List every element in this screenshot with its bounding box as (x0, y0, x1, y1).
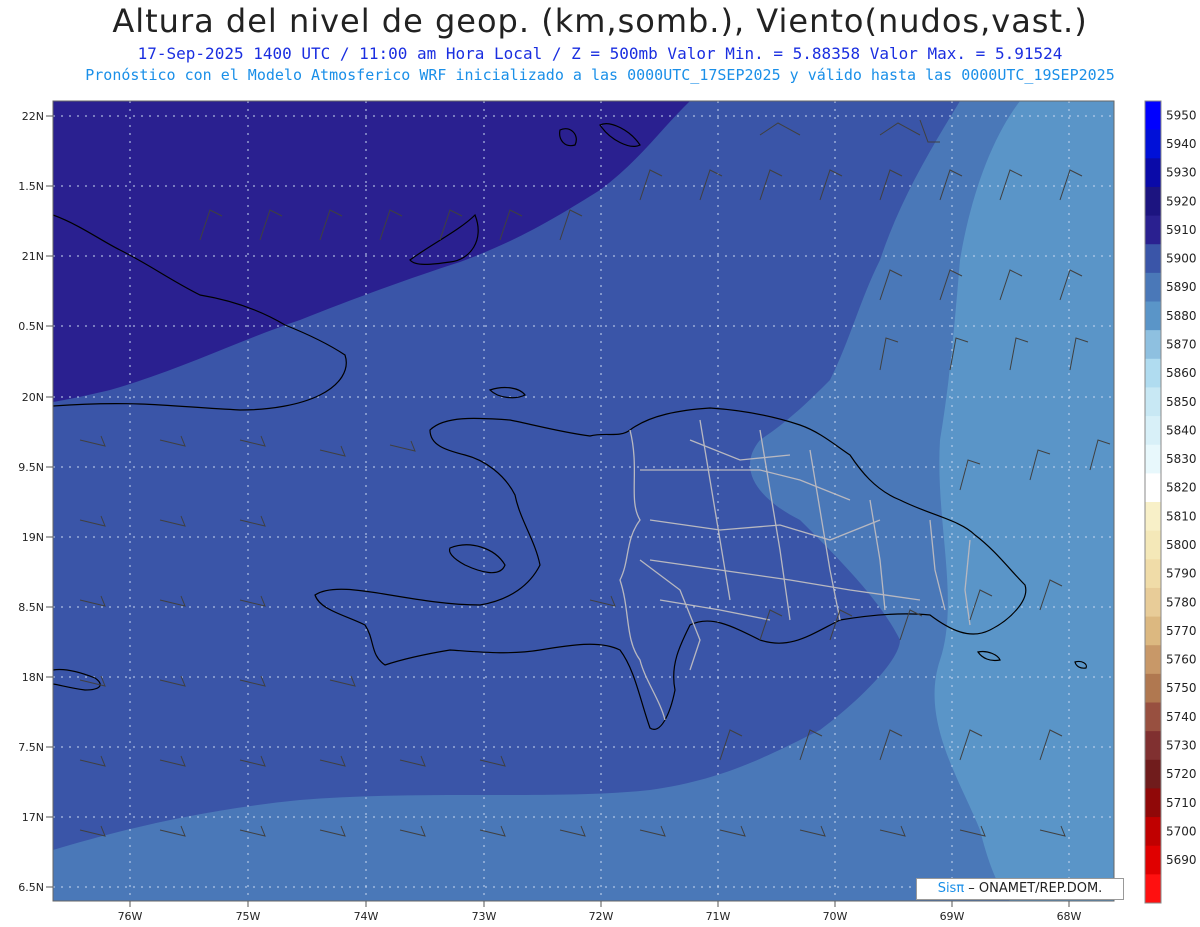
lat-label: 21N (22, 250, 44, 263)
lon-label: 71W (706, 910, 731, 923)
colorbar-swatch (1145, 186, 1161, 217)
colorbar-swatch (1145, 215, 1161, 245)
lon-labels: 76W 75W 74W 73W 72W 71W 70W 69W 68W (118, 910, 1082, 923)
lat-label: 19N (22, 531, 44, 544)
colorbar-label: 5730 (1166, 738, 1197, 752)
lon-label: 75W (236, 910, 261, 923)
lat-label: 17N (22, 811, 44, 824)
colorbar-label: 5690 (1166, 853, 1197, 867)
lat-label: 9.5N (18, 461, 44, 474)
colorbar-swatch (1145, 731, 1161, 761)
colorbar-swatch (1145, 702, 1161, 732)
colorbar-label: 5860 (1166, 366, 1197, 380)
colorbar-label: 5890 (1166, 280, 1197, 294)
colorbar-swatch (1145, 101, 1161, 131)
colorbar-swatch (1145, 874, 1161, 904)
geopotential-shading (53, 101, 1114, 901)
colorbar-swatch (1145, 158, 1161, 188)
colorbar-label: 5780 (1166, 595, 1197, 609)
colorbar-label: 5850 (1166, 395, 1197, 409)
credit-box: Sisπ – ONAMET/REP.DOM. (916, 878, 1124, 900)
colorbar-swatch (1145, 645, 1161, 675)
colorbar-swatch (1145, 272, 1161, 302)
colorbar-swatch (1145, 330, 1161, 360)
lat-label: 0.5N (18, 320, 44, 333)
credit-text: – ONAMET/REP.DOM. (964, 881, 1103, 896)
colorbar-swatch (1145, 129, 1161, 159)
colorbar-label: 5760 (1166, 653, 1197, 667)
lat-label: 18N (22, 671, 44, 684)
colorbar-swatch (1145, 387, 1161, 417)
colorbar: 5950 5940 5930 5920 5910 5900 5890 5880 5870 5860… (1144, 100, 1197, 904)
colorbar-swatch (1145, 673, 1161, 703)
lon-label: 68W (1057, 910, 1082, 923)
colorbar-label: 5790 (1166, 567, 1197, 581)
lon-label: 73W (472, 910, 497, 923)
colorbar-swatch (1145, 416, 1161, 446)
colorbar-swatch (1145, 444, 1161, 474)
colorbar-swatch (1145, 502, 1161, 532)
lat-label: 7.5N (18, 741, 44, 754)
colorbar-label: 5940 (1166, 137, 1197, 151)
lon-axis (129, 901, 1070, 907)
lat-label: 20N (22, 391, 44, 404)
lat-axis (46, 115, 53, 888)
colorbar-swatch (1145, 358, 1161, 388)
colorbar-label: 5750 (1166, 681, 1197, 695)
colorbar-swatch (1145, 616, 1161, 646)
colorbar-swatch (1145, 759, 1161, 789)
colorbar-swatch (1145, 559, 1161, 589)
lat-label: 1.5N (18, 180, 44, 193)
colorbar-label: 5840 (1166, 423, 1197, 437)
colorbar-swatch (1145, 845, 1161, 875)
colorbar-label: 5740 (1166, 710, 1197, 724)
lon-label: 76W (118, 910, 143, 923)
forecast-map: 22N 1.5N 21N 0.5N 20N 9.5N 19N 8.5N 18N … (18, 100, 1197, 923)
colorbar-label: 5930 (1166, 166, 1197, 180)
colorbar-label: 5920 (1166, 194, 1197, 208)
colorbar-swatch (1145, 587, 1161, 618)
colorbar-swatch (1145, 530, 1161, 560)
lat-label: 6.5N (18, 881, 44, 894)
colorbar-label: 5700 (1166, 824, 1197, 838)
colorbar-label: 5910 (1166, 223, 1197, 237)
colorbar-label: 5870 (1166, 337, 1197, 351)
colorbar-swatch (1145, 788, 1161, 818)
lat-label: 8.5N (18, 601, 44, 614)
colorbar-label: 5720 (1166, 767, 1197, 781)
lon-label: 72W (589, 910, 614, 923)
colorbar-label: 5820 (1166, 481, 1197, 495)
lat-label: 22N (22, 110, 44, 123)
lat-labels: 22N 1.5N 21N 0.5N 20N 9.5N 19N 8.5N 18N … (18, 110, 44, 894)
lon-label: 74W (354, 910, 379, 923)
colorbar-swatch (1145, 301, 1161, 331)
lon-label: 70W (823, 910, 848, 923)
colorbar-label: 5830 (1166, 452, 1197, 466)
colorbar-label: 5710 (1166, 796, 1197, 810)
colorbar-swatch (1145, 244, 1161, 274)
colorbar-swatch (1145, 473, 1161, 503)
colorbar-label: 5770 (1166, 624, 1197, 638)
colorbar-label: 5800 (1166, 538, 1197, 552)
colorbar-label: 5880 (1166, 309, 1197, 323)
colorbar-label: 5810 (1166, 509, 1197, 523)
colorbar-label: 5950 (1166, 108, 1197, 122)
sis-logo-text: Sisπ (937, 881, 965, 896)
colorbar-label: 5900 (1166, 252, 1197, 266)
colorbar-swatch (1145, 817, 1161, 847)
lon-label: 69W (940, 910, 965, 923)
